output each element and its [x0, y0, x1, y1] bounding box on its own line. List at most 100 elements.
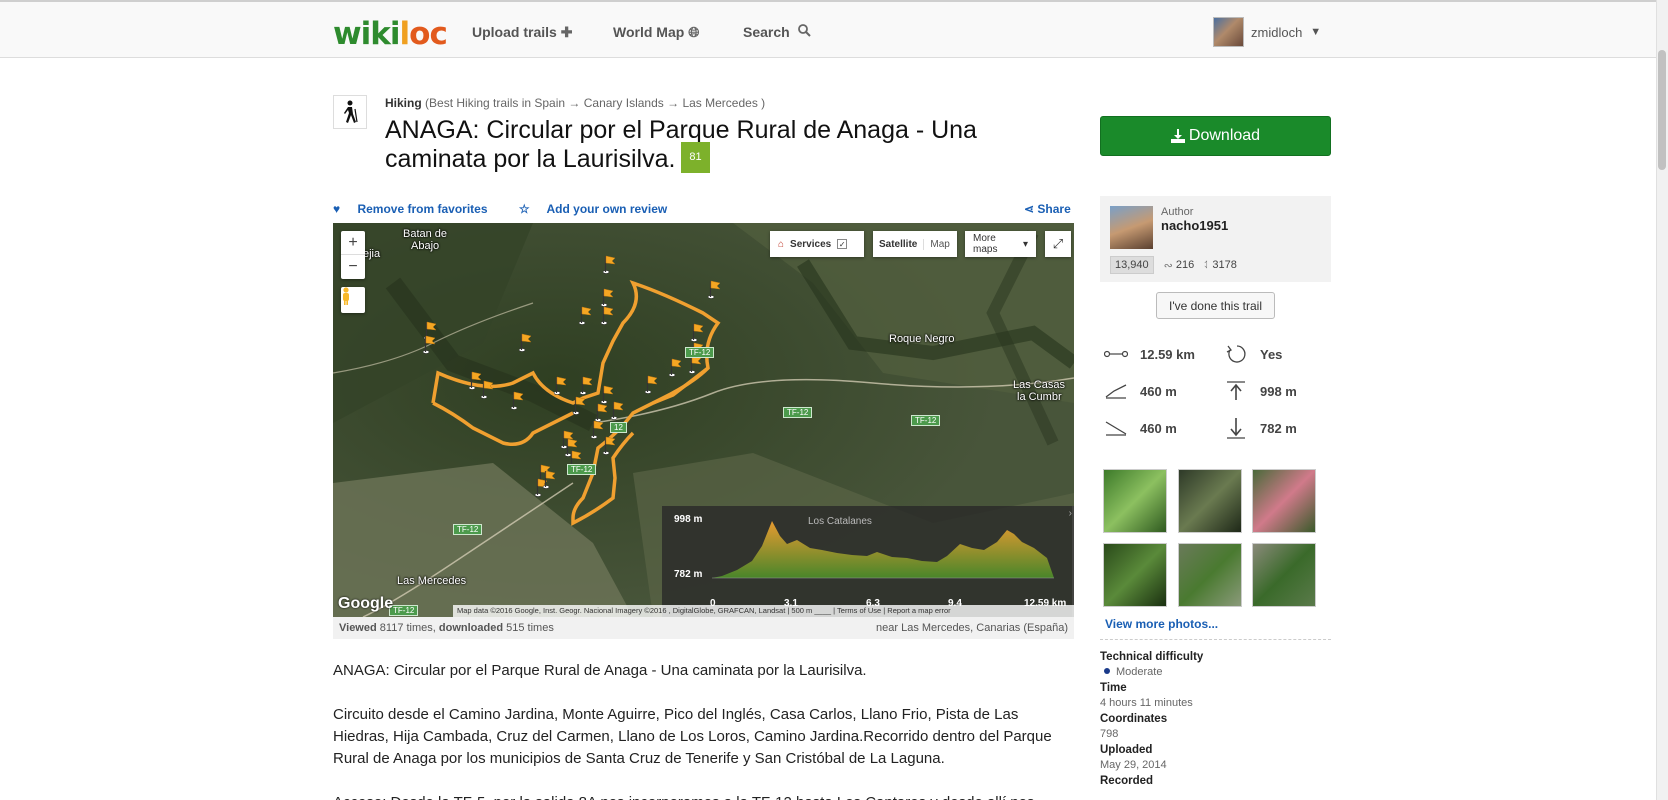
scrollbar-thumb[interactable]	[1658, 50, 1666, 170]
services-checkbox[interactable]: ✓	[837, 239, 848, 249]
download-icon	[1170, 129, 1185, 143]
map-button[interactable]: Map	[924, 239, 955, 250]
trail-map[interactable]: Batan de Abajo ejia Roque Negro Las Casa…	[333, 223, 1074, 617]
view-stats: Viewed 8117 times, downloaded 515 times	[339, 622, 554, 634]
plus-icon: ✚	[560, 24, 573, 40]
map-label-las-mercedes: Las Mercedes	[397, 575, 467, 587]
share-button[interactable]: ⋖ Share	[1024, 202, 1071, 216]
activity-label[interactable]: Hiking	[385, 96, 422, 110]
description-paragraph: Circuito desde el Camino Jardina, Monte …	[333, 706, 1052, 767]
description-paragraph: Acceso: Desde la TF-5, por la salida 8A …	[333, 792, 1063, 800]
map-label-las-casas: Las Casas	[1013, 379, 1065, 391]
author-followers: 3178	[1212, 259, 1237, 271]
metric-descent: 460 m	[1104, 418, 1177, 438]
more-maps-dropdown[interactable]: More maps ▾	[965, 231, 1036, 257]
road-tag: 12	[610, 422, 627, 433]
map-label-batan: Batan de	[403, 228, 448, 240]
author-name[interactable]: nacho1951	[1161, 218, 1228, 233]
top-navbar: wikiloc Upload trails ✚ World Map 🌐︎ Searc…	[0, 0, 1668, 58]
trail-actions: ♥ Remove from favorites ☆ Add your own r…	[333, 202, 695, 216]
chevron-down-icon: ▼	[1310, 26, 1322, 38]
services-toggle[interactable]: ⌂ Services ✓	[770, 231, 864, 257]
zoom-in-button[interactable]: +	[341, 231, 365, 255]
view-more-photos-link[interactable]: View more photos...	[1105, 617, 1218, 631]
breadcrumb-path[interactable]: (Best Hiking trails in Spain → Canary Is…	[425, 96, 765, 110]
arrow-down-icon	[1224, 418, 1248, 439]
map-label-pejia: ejia	[363, 248, 381, 260]
share-icon: ⋖	[1024, 202, 1035, 216]
road-tag: TF-12	[783, 407, 813, 418]
heart-icon: ♥	[333, 202, 341, 216]
photo-thumbnail[interactable]	[1103, 543, 1167, 607]
metric-distance: 12.59 km	[1104, 344, 1195, 364]
author-card: Author nacho1951 13,940 ∾ 216 ⥑ 3178	[1100, 196, 1331, 282]
road-tag: TF-12	[685, 347, 715, 358]
scrollbar[interactable]	[1656, 0, 1668, 800]
map-attribution[interactable]: Map data ©2016 Google, Inst. Geogr. Naci…	[453, 605, 1074, 617]
nav-upload-trails[interactable]: Upload trails ✚	[472, 24, 573, 41]
photo-thumbnail[interactable]	[1252, 469, 1316, 533]
download-button[interactable]: Download	[1100, 116, 1331, 156]
hiking-icon	[333, 95, 367, 129]
time-value: 4 hours 11 minutes	[1100, 697, 1193, 709]
map-label-cumbre: la Cumbr	[1017, 391, 1062, 403]
avatar	[1213, 17, 1244, 47]
globe-icon: 🌐︎	[688, 24, 700, 40]
road-tag: TF-12	[453, 524, 483, 535]
map-type-control: Satellite Map	[873, 231, 957, 257]
google-logo: Google	[338, 595, 394, 612]
fullscreen-icon: ⤢	[1052, 236, 1064, 251]
site-logo[interactable]: wikiloc	[333, 16, 448, 52]
remove-favorite-button[interactable]: ♥ Remove from favorites	[333, 202, 502, 216]
author-avatar[interactable]	[1110, 206, 1153, 249]
trails-icon: ∾	[1163, 259, 1173, 272]
difficulty-dot-icon	[1104, 668, 1110, 674]
author-points: 13,940	[1110, 256, 1154, 274]
user-menu[interactable]: zmidloch ▼	[1213, 17, 1321, 47]
metric-loop: Yes	[1224, 344, 1282, 364]
fullscreen-button[interactable]: ⤢	[1045, 231, 1071, 257]
distance-icon	[1104, 344, 1128, 364]
metric-min-altitude: 782 m	[1224, 418, 1297, 439]
description-paragraph: ANAGA: Circular por el Parque Rural de A…	[333, 662, 867, 679]
arrow-up-icon	[1224, 381, 1248, 401]
metric-ascent: 460 m	[1104, 381, 1177, 401]
nav-world-map[interactable]: World Map 🌐︎	[613, 24, 700, 41]
photo-thumbnail[interactable]	[1103, 469, 1167, 533]
difficulty-value: Moderate	[1116, 666, 1163, 678]
divider	[1100, 639, 1331, 640]
author-stats: 13,940 ∾ 216 ⥑ 3178	[1110, 256, 1247, 274]
ascent-icon	[1104, 381, 1128, 401]
nav-search[interactable]: Search	[743, 24, 811, 40]
breadcrumb: Hiking (Best Hiking trails in Spain → Ca…	[385, 96, 765, 110]
photo-thumbnail[interactable]	[1252, 543, 1316, 607]
zoom-out-button[interactable]: −	[341, 255, 365, 279]
star-icon: ☆	[518, 202, 530, 216]
uploaded-value: May 29, 2014	[1100, 759, 1167, 771]
technical-info: Technical difficulty Moderate Time 4 hou…	[1100, 648, 1331, 787]
done-trail-button[interactable]: I've done this trail	[1156, 292, 1275, 319]
caret-down-icon: ▾	[1022, 238, 1028, 250]
road-tag: TF-12	[567, 464, 597, 475]
street-view-pegman-icon[interactable]	[341, 287, 365, 313]
metric-max-altitude: 998 m	[1224, 381, 1297, 401]
photo-thumbnail[interactable]	[1178, 543, 1242, 607]
elevation-profile[interactable]: 998 m 782 m Los Catalanes 0 3.1 6.3 9.4 12.5…	[662, 506, 1074, 617]
map-footer: Viewed 8117 times, downloaded 515 times …	[333, 617, 1074, 639]
chevron-right-icon[interactable]: ›	[1069, 508, 1072, 519]
satellite-button[interactable]: Satellite	[873, 238, 925, 250]
loop-icon	[1224, 344, 1248, 364]
trail-description: ANAGA: Circular por el Parque Rural de A…	[333, 660, 1063, 800]
coordinates-value: 798	[1100, 728, 1119, 740]
followers-icon: ⥑	[1204, 258, 1210, 271]
add-review-button[interactable]: ☆ Add your own review	[519, 202, 681, 216]
map-label-abajo: Abajo	[411, 240, 440, 252]
map-label-roque-negro: Roque Negro	[889, 333, 955, 345]
descent-icon	[1104, 418, 1128, 438]
zoom-control: + −	[341, 231, 365, 279]
rank-badge: 81	[681, 142, 710, 173]
page-title: ANAGA: Circular por el Parque Rural de A…	[385, 116, 977, 174]
near-location: near Las Mercedes, Canarias (España)	[876, 622, 1068, 634]
photo-thumbnail[interactable]	[1178, 469, 1242, 533]
author-trails: 216	[1175, 259, 1195, 271]
